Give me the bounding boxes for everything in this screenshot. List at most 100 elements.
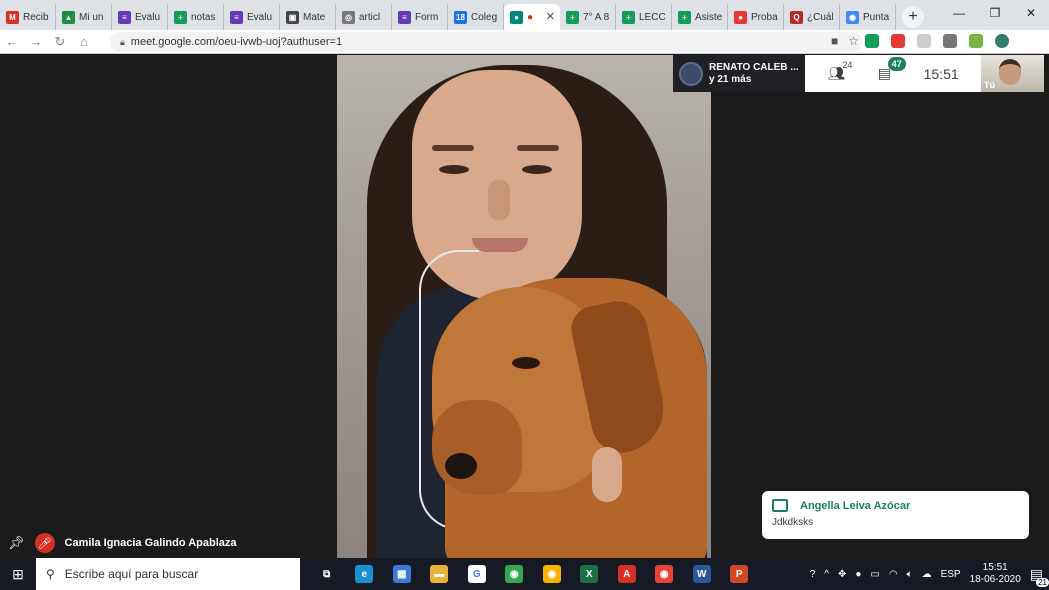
taskbar-app[interactable]: ◉ xyxy=(496,558,534,590)
browser-tab[interactable]: ● ● ✕ xyxy=(504,4,560,30)
tab-label: Recib xyxy=(23,11,49,23)
close-window-button[interactable]: ✕ xyxy=(1013,0,1049,26)
dropbox-icon[interactable]: ✥ xyxy=(838,569,846,580)
taskbar-app[interactable]: X xyxy=(571,558,609,590)
taskbar-app[interactable]: P xyxy=(721,558,759,590)
browser-tab-strip: M Recib ▲ Mi un ≡ Evalu + notas ≡ Evalu ▣ Mate ◎ arti… xyxy=(0,0,1049,30)
forward-icon[interactable]: → xyxy=(24,34,48,49)
chat-notification-icon xyxy=(772,499,788,512)
recording-icon: ● xyxy=(527,11,534,23)
address-bar[interactable]: 🔒︎ meet.google.com/oeu-ivwb-uoj?authuser… xyxy=(110,32,862,52)
pin-icon[interactable]: 📌︎ xyxy=(8,535,25,551)
bookmark-star-icon[interactable]: ☆ xyxy=(848,34,859,48)
volume-icon[interactable]: 🔈︎ xyxy=(907,569,913,580)
tab-label: 7° A 8 xyxy=(583,11,610,23)
taskbar-app[interactable]: ◉ xyxy=(533,558,571,590)
antivirus-icon[interactable]: ● xyxy=(855,569,861,580)
browser-tab[interactable]: M Recib xyxy=(0,4,56,30)
tab-label: notas xyxy=(191,11,216,23)
browser-tab[interactable]: Q ¿Cuál xyxy=(784,4,840,30)
taskbar-app[interactable]: ◉ xyxy=(646,558,684,590)
restore-button[interactable]: ❐ xyxy=(977,0,1013,26)
self-label: Tú xyxy=(984,80,995,90)
help-icon[interactable]: ? xyxy=(810,569,816,580)
windows-start-icon[interactable]: ⊞ xyxy=(0,558,36,590)
onedrive-icon[interactable]: ☁ xyxy=(922,569,932,580)
browser-tab[interactable]: +7° A 8 xyxy=(560,4,616,30)
forms-icon: ≡ xyxy=(118,10,131,24)
minimize-button[interactable]: — xyxy=(941,0,977,26)
sheets-icon: + xyxy=(566,10,579,24)
tab-label: Asiste xyxy=(695,11,723,23)
browser-tab[interactable]: 18 Coleg xyxy=(448,4,504,30)
browser-tab[interactable]: ≡ Evalu xyxy=(112,4,168,30)
browser-tab[interactable]: + LECC xyxy=(616,4,672,30)
speaker-name: Camila Ignacia Galindo Apablaza xyxy=(64,537,237,549)
top-right-tiles: RENATO CALEB ... y 21 más 👥︎ 24 ▤ 47 15:… xyxy=(673,55,1044,92)
camera-icon[interactable]: ■ xyxy=(831,34,838,48)
browser-tab[interactable]: ● Proba xyxy=(728,4,784,30)
browser-tab[interactable]: ▣ Mate xyxy=(280,4,336,30)
taskbar-app[interactable]: ⧉ xyxy=(308,558,346,590)
gmail-icon: M xyxy=(6,10,19,24)
taskbar-search[interactable]: ⚲ Escribe aquí para buscar xyxy=(36,558,300,590)
extension-check-icon[interactable] xyxy=(865,34,879,48)
tray-expand-icon[interactable]: ^ xyxy=(824,569,829,580)
extension-play-icon[interactable] xyxy=(969,34,983,48)
back-icon[interactable]: ← xyxy=(0,34,24,49)
self-video-tile[interactable]: Tú xyxy=(981,55,1044,92)
tab-label: ¿Cuál xyxy=(807,11,834,23)
action-center-icon[interactable]: ▤ 21 xyxy=(1030,566,1049,587)
taskbar-app[interactable]: W xyxy=(683,558,721,590)
tab-label: LECC xyxy=(639,11,666,23)
extension-screen-icon[interactable] xyxy=(943,34,957,48)
drive-icon: ▲ xyxy=(62,10,75,24)
others-avatar xyxy=(679,61,703,86)
tab-label: articl xyxy=(359,11,381,23)
browser-tab[interactable]: ≡ Form xyxy=(392,4,448,30)
explorer-icon: ▬ xyxy=(430,565,449,583)
tab-close-icon[interactable]: ✕ xyxy=(546,10,555,23)
main-video-feed xyxy=(337,55,711,558)
reload-icon[interactable]: ↻ xyxy=(48,34,72,50)
wifi-icon[interactable]: ◠ xyxy=(889,569,898,580)
others-name: RENATO CALEB ... xyxy=(709,61,799,73)
search-placeholder: Escribe aquí para buscar xyxy=(64,567,199,581)
video-brow-right xyxy=(517,145,559,151)
taskbar-app[interactable]: ▬ xyxy=(421,558,459,590)
tab-label: Evalu xyxy=(135,11,161,23)
system-tray: ? ^ ✥ ● ▭ ◠ 🔈︎ ☁ ESP 15:51 18-06-2020 ▤ 2… xyxy=(810,558,1049,590)
taskbar-app[interactable]: e xyxy=(346,558,384,590)
meet-clock: 15:51 xyxy=(923,65,959,82)
extension-red-icon[interactable] xyxy=(891,34,905,48)
language-indicator[interactable]: ESP xyxy=(941,569,961,580)
taskbar-app[interactable]: G xyxy=(458,558,496,590)
tab-label: Mi un xyxy=(79,11,104,23)
video-dog-eye xyxy=(512,357,540,369)
browser-tab[interactable]: ≡ Evalu xyxy=(224,4,280,30)
taskbar-clock[interactable]: 15:51 18-06-2020 xyxy=(970,562,1021,586)
profile-avatar[interactable] xyxy=(995,34,1009,48)
battery-icon[interactable]: ▭ xyxy=(870,569,879,580)
sheets-icon: + xyxy=(622,10,635,24)
browser-tab[interactable]: + notas xyxy=(168,4,224,30)
browser-tab[interactable]: ▲ Mi un xyxy=(56,4,112,30)
notifications-count: 21 xyxy=(1036,577,1049,587)
mic-off-icon: 🎤︎ xyxy=(34,533,55,553)
edge-icon: ◉ xyxy=(846,10,859,24)
browser-tab[interactable]: + Asiste xyxy=(672,4,728,30)
others-tile[interactable]: RENATO CALEB ... y 21 más xyxy=(673,55,805,92)
browser-toolbar: ← → ↻ ⌂ 🔒︎ meet.google.com/oeu-ivwb-uoj?… xyxy=(0,30,1049,54)
browser-tab[interactable]: ◉ Punta xyxy=(840,4,896,30)
taskbar-app[interactable]: A xyxy=(608,558,646,590)
new-tab-button[interactable]: + xyxy=(902,6,924,28)
taskbar-app[interactable]: ▦ xyxy=(383,558,421,590)
omnibox-actions: ■ ☆ xyxy=(831,34,859,48)
home-icon[interactable]: ⌂ xyxy=(72,34,96,49)
chat-notification[interactable]: Angella Leiva Azócar Jdkdksks xyxy=(762,491,1029,539)
chat-button[interactable]: ▤ 47 xyxy=(878,57,906,82)
participants-button[interactable]: 👥︎ 24 xyxy=(827,60,852,82)
tab-label: Coleg xyxy=(471,11,498,23)
extension-gray-icon[interactable] xyxy=(917,34,931,48)
browser-tab[interactable]: ◎ articl xyxy=(336,4,392,30)
